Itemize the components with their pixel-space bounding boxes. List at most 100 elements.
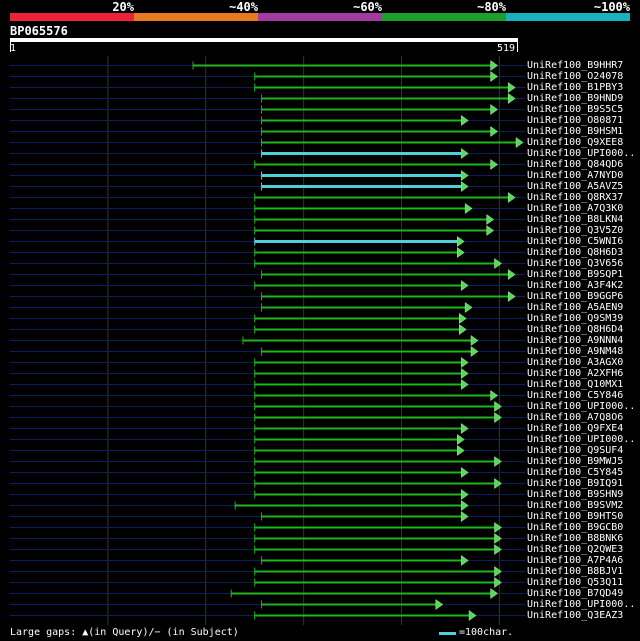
hit-arrow bbox=[459, 313, 467, 324]
hit-label[interactable]: UniRef100_O80871 bbox=[527, 115, 623, 126]
hit-arrow bbox=[494, 412, 502, 423]
hit-label[interactable]: UniRef100_A7Q3K0 bbox=[527, 203, 623, 214]
hit-label[interactable]: UniRef100_B9HTS0 bbox=[527, 511, 623, 522]
hit-label[interactable]: UniRef100_Q9FXE4 bbox=[527, 423, 623, 434]
hit-label[interactable]: UniRef100_B8BJV1 bbox=[527, 566, 623, 577]
hit-arrow bbox=[460, 467, 469, 478]
hit-arrow bbox=[490, 71, 499, 82]
hit-arrow bbox=[464, 203, 473, 214]
hit-label[interactable]: UniRef100_B8LKN4 bbox=[527, 214, 623, 225]
hit-label[interactable]: UniRef100_B9IQ91 bbox=[527, 478, 623, 489]
hit-arrow bbox=[494, 522, 502, 533]
hit-label[interactable]: UniRef100_A9NNN4 bbox=[527, 335, 623, 346]
hit-arrow bbox=[494, 566, 502, 577]
hit-label[interactable]: UniRef100_B9GGP6 bbox=[527, 291, 623, 302]
scale-label: =100char. bbox=[459, 627, 514, 638]
hit-arrow bbox=[494, 456, 502, 467]
hit-label[interactable]: UniRef100_Q8H6D4 bbox=[527, 324, 623, 335]
hit-arrow bbox=[494, 258, 502, 269]
hit-arrow bbox=[457, 247, 465, 258]
hit-label[interactable]: UniRef100_A5AEN9 bbox=[527, 302, 623, 313]
hit-label[interactable]: UniRef100_B9SQP1 bbox=[527, 269, 623, 280]
hit-arrow bbox=[490, 390, 499, 401]
hit-label[interactable]: UniRef100_B9GCB0 bbox=[527, 522, 623, 533]
gap-legend: Large gaps: ▲(in Query)/− (in Subject) bbox=[10, 627, 239, 638]
hit-label[interactable]: UniRef100_B9SHN9 bbox=[527, 489, 623, 500]
hit-label[interactable]: UniRef100_Q3V5Z0 bbox=[527, 225, 623, 236]
hit-label[interactable]: UniRef100_C5Y846 bbox=[527, 390, 623, 401]
hit-arrow bbox=[490, 159, 499, 170]
hit-arrow bbox=[457, 236, 465, 247]
hit-label[interactable]: UniRef100_Q3EAZ3 bbox=[527, 610, 623, 621]
hit-label[interactable]: UniRef100_B8BNK6 bbox=[527, 533, 623, 544]
hit-label[interactable]: UniRef100_UPI000.. bbox=[527, 148, 635, 159]
hit-label[interactable]: UniRef100_Q53Q11 bbox=[527, 577, 623, 588]
hit-arrow bbox=[515, 137, 524, 148]
hit-arrow bbox=[490, 126, 499, 137]
hit-arrow bbox=[460, 115, 469, 126]
hit-arrow bbox=[460, 181, 469, 192]
hit-arrow bbox=[507, 93, 516, 104]
hit-arrow bbox=[460, 170, 469, 181]
hit-arrow bbox=[460, 511, 469, 522]
hit-label[interactable]: UniRef100_A7Q8O6 bbox=[527, 412, 623, 423]
hit-label[interactable]: UniRef100_Q9XEE8 bbox=[527, 137, 623, 148]
hit-arrow bbox=[490, 60, 499, 71]
hit-label[interactable]: UniRef100_B7QD49 bbox=[527, 588, 623, 599]
hit-label[interactable]: UniRef100_A3F4K2 bbox=[527, 280, 623, 291]
hit-arrow bbox=[494, 478, 502, 489]
hit-label[interactable]: UniRef100_A9NM48 bbox=[527, 346, 623, 357]
hit-label[interactable]: UniRef100_B9HSM1 bbox=[527, 126, 623, 137]
hit-label[interactable]: UniRef100_B9HHR7 bbox=[527, 60, 623, 71]
hit-label[interactable]: UniRef100_B9SVM2 bbox=[527, 500, 623, 511]
hit-label[interactable]: UniRef100_Q2QWE3 bbox=[527, 544, 623, 555]
hit-label[interactable]: UniRef100_A7P4A6 bbox=[527, 555, 623, 566]
hit-label[interactable]: UniRef100_Q10MX1 bbox=[527, 379, 623, 390]
hit-label[interactable]: UniRef100_A2XFH6 bbox=[527, 368, 623, 379]
hit-arrow bbox=[470, 346, 479, 357]
hit-label[interactable]: UniRef100_A5AVZ5 bbox=[527, 181, 623, 192]
hit-label[interactable]: UniRef100_Q8RX37 bbox=[527, 192, 623, 203]
hit-arrow bbox=[460, 148, 469, 159]
hit-label[interactable]: UniRef100_Q3V656 bbox=[527, 258, 623, 269]
hit-arrow bbox=[507, 192, 516, 203]
hit-label[interactable]: UniRef100_Q84QD6 bbox=[527, 159, 623, 170]
hit-label[interactable]: UniRef100_B9MWJ5 bbox=[527, 456, 623, 467]
hit-arrow bbox=[457, 434, 465, 445]
hit-arrow bbox=[494, 544, 502, 555]
hit-arrow bbox=[494, 533, 502, 544]
hit-label[interactable]: UniRef100_B9HND9 bbox=[527, 93, 623, 104]
hit-arrow bbox=[468, 610, 477, 621]
hit-label[interactable]: UniRef100_B9S5C5 bbox=[527, 104, 623, 115]
hit-label[interactable]: UniRef100_O24078 bbox=[527, 71, 623, 82]
hit-label[interactable]: UniRef100_UPI000.. bbox=[527, 599, 635, 610]
hit-arrow bbox=[490, 104, 499, 115]
hit-label[interactable]: UniRef100_Q9SUF4 bbox=[527, 445, 623, 456]
hit-arrow bbox=[460, 357, 469, 368]
scale-bar bbox=[439, 632, 456, 635]
hit-arrow bbox=[460, 423, 469, 434]
hit-arrow bbox=[470, 335, 479, 346]
hit-arrow bbox=[460, 555, 469, 566]
hit-label[interactable]: UniRef100_UPI000.. bbox=[527, 434, 635, 445]
hit-arrow bbox=[486, 214, 495, 225]
hit-arrow bbox=[486, 225, 495, 236]
hit-arrow bbox=[507, 291, 516, 302]
hit-arrow bbox=[435, 599, 444, 610]
hit-label[interactable]: UniRef100_B1PBY3 bbox=[527, 82, 623, 93]
hit-arrow bbox=[460, 379, 469, 390]
hit-label[interactable]: UniRef100_A7NYD0 bbox=[527, 170, 623, 181]
hit-label[interactable]: UniRef100_C5WNI6 bbox=[527, 236, 623, 247]
hit-arrow bbox=[460, 368, 469, 379]
hit-label[interactable]: UniRef100_C5Y845 bbox=[527, 467, 623, 478]
hit-label[interactable]: UniRef100_A3AGX0 bbox=[527, 357, 623, 368]
hit-arrow bbox=[459, 324, 467, 335]
hit-arrow bbox=[507, 269, 516, 280]
hit-label[interactable]: UniRef100_Q9SM39 bbox=[527, 313, 623, 324]
hit-arrow bbox=[464, 302, 473, 313]
hit-arrow bbox=[494, 401, 502, 412]
hit-arrow bbox=[490, 588, 499, 599]
hit-arrow bbox=[507, 82, 516, 93]
hit-label[interactable]: UniRef100_UPI000.. bbox=[527, 401, 635, 412]
hit-label[interactable]: UniRef100_Q8H6D3 bbox=[527, 247, 623, 258]
